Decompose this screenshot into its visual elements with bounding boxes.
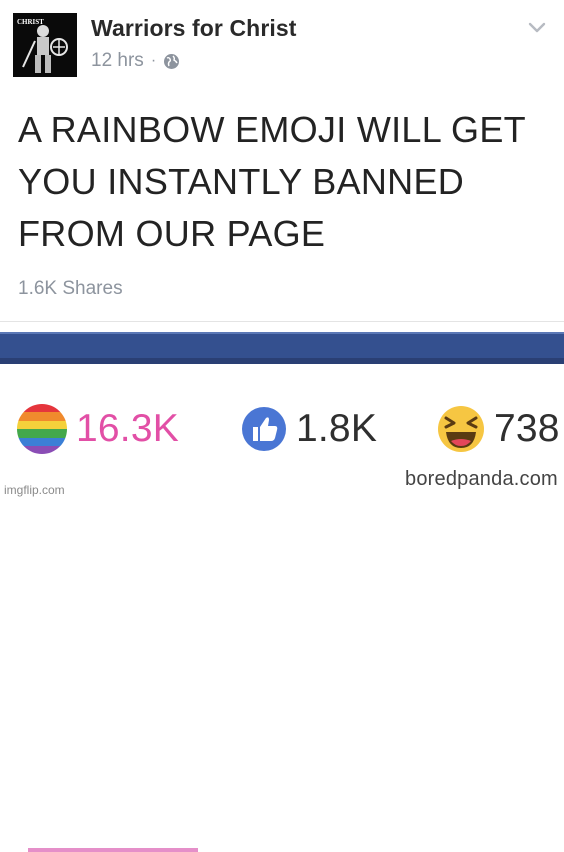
- reaction-count: 738: [494, 407, 560, 450]
- chevron-down-icon[interactable]: [528, 22, 546, 34]
- watermark: imgflip.com: [4, 483, 65, 497]
- reaction-count: 16.3K: [76, 407, 179, 450]
- divider: [0, 321, 564, 322]
- knight-logo-icon: CHRIST: [13, 13, 77, 77]
- selected-reaction-underline: [28, 848, 198, 852]
- globe-icon: [163, 53, 180, 70]
- source-credit: boredpanda.com: [405, 468, 558, 490]
- page-avatar[interactable]: CHRIST: [13, 13, 77, 77]
- rainbow-emoji-icon: [17, 404, 67, 454]
- reaction-haha[interactable]: 738: [436, 405, 560, 453]
- reaction-like[interactable]: 1.8K: [240, 405, 377, 453]
- post-timestamp[interactable]: 12 hrs: [91, 50, 144, 72]
- post-meta: 12 hrs ·: [91, 50, 180, 72]
- haha-emoji-icon: [438, 406, 484, 452]
- facebook-blue-bar: [0, 332, 564, 364]
- post-text: A RAINBOW EMOJI WILL GET YOU INSTANTLY B…: [18, 109, 526, 254]
- reaction-rainbow[interactable]: 16.3K: [16, 404, 179, 454]
- avatar-label: CHRIST: [17, 18, 44, 26]
- page-name-link[interactable]: Warriors for Christ: [91, 15, 297, 42]
- share-count-link[interactable]: 1.6K Shares: [18, 278, 123, 300]
- facebook-post: CHRIST Warriors for Christ 12 hrs · A RA…: [0, 0, 564, 330]
- reaction-count: 1.8K: [296, 407, 378, 450]
- meta-separator: ·: [150, 52, 157, 69]
- like-icon: [242, 407, 286, 451]
